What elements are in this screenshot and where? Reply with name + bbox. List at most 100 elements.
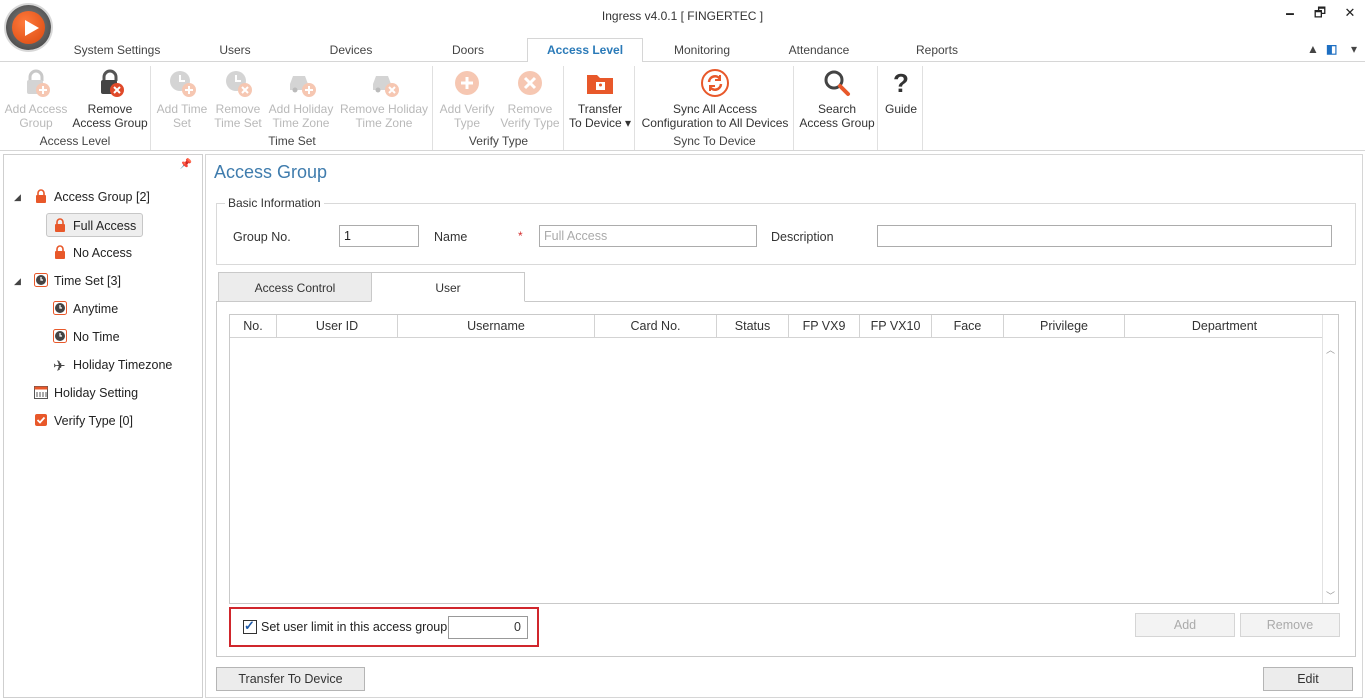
pin-icon[interactable]: 📌 bbox=[180, 159, 192, 170]
tab-system-settings[interactable]: System Settings bbox=[62, 40, 172, 62]
column-header[interactable]: No. bbox=[230, 315, 277, 337]
tree-item-verify-type[interactable]: Verify Type [0] bbox=[34, 409, 133, 433]
x-circle-icon bbox=[515, 68, 545, 98]
ribbon-group-label: Sync To Device bbox=[673, 134, 756, 148]
column-header[interactable]: Privilege bbox=[1004, 315, 1125, 337]
ribbon-group-label: Time Set bbox=[268, 134, 316, 148]
lock-icon bbox=[34, 187, 48, 203]
sync-all-access-button[interactable]: Sync All Access Configuration to All Dev… bbox=[638, 66, 792, 130]
scroll-down-icon[interactable]: ﹀ bbox=[1326, 589, 1335, 602]
clock-remove-icon bbox=[223, 68, 253, 98]
tab-attendance[interactable]: Attendance bbox=[780, 40, 858, 62]
car-remove-icon bbox=[369, 68, 399, 98]
ribbon-dropdown-icon[interactable]: ▾ bbox=[1351, 42, 1357, 56]
collapse-arrow-icon[interactable]: ◢ bbox=[14, 269, 21, 293]
minimize-button[interactable]: 🗕 bbox=[1276, 4, 1304, 24]
user-limit-field[interactable]: 0 bbox=[448, 616, 528, 639]
ribbon-group-label: Verify Type bbox=[468, 134, 529, 148]
group-no-label: Group No. bbox=[233, 230, 291, 244]
tree-item-anytime[interactable]: Anytime bbox=[53, 297, 118, 321]
name-field[interactable]: Full Access bbox=[539, 225, 757, 247]
tree-item-holiday-timezone[interactable]: ✈ Holiday Timezone bbox=[53, 353, 172, 377]
close-button[interactable]: ✕ bbox=[1336, 4, 1364, 24]
checkmark-icon: ✓ bbox=[244, 618, 255, 633]
group-no-field[interactable]: 1 bbox=[339, 225, 419, 247]
guide-button[interactable]: ? Guide bbox=[881, 66, 921, 116]
section-legend: Basic Information bbox=[225, 196, 324, 210]
remove-time-set-button[interactable]: Remove Time Set bbox=[210, 66, 266, 130]
ribbon-group-search: Search Access Group bbox=[795, 66, 878, 150]
tree-item-access-group[interactable]: ◢ Access Group [2] bbox=[14, 185, 150, 209]
tab-devices[interactable]: Devices bbox=[315, 40, 387, 62]
grid-scrollbar[interactable]: ︿ ﹀ bbox=[1322, 315, 1338, 603]
navigation-tree: 📌 ◢ Access Group [2] Full Access No Acce… bbox=[3, 154, 203, 698]
remove-verify-type-button[interactable]: Remove Verify Type bbox=[498, 66, 562, 130]
remove-holiday-timezone-button[interactable]: Remove Holiday Time Zone bbox=[338, 66, 430, 130]
add-holiday-timezone-button[interactable]: Add Holiday Time Zone bbox=[266, 66, 336, 130]
tree-item-no-access[interactable]: No Access bbox=[53, 241, 132, 265]
column-header[interactable]: Card No. bbox=[595, 315, 717, 337]
lock-icon bbox=[53, 216, 67, 232]
tab-user[interactable]: User bbox=[371, 272, 525, 302]
tab-users[interactable]: Users bbox=[200, 40, 270, 62]
ribbon-group-guide: ? Guide bbox=[879, 66, 923, 150]
clock-icon bbox=[34, 271, 48, 287]
lock-add-icon bbox=[21, 68, 51, 98]
tab-reports[interactable]: Reports bbox=[905, 40, 969, 62]
ribbon-group-label: Access Level bbox=[39, 134, 111, 148]
calendar-icon bbox=[34, 383, 48, 399]
ribbon-group-access-level: Add Access Group Remove Access Group Acc… bbox=[0, 66, 151, 150]
lock-remove-icon bbox=[95, 68, 125, 98]
column-header[interactable]: Username bbox=[398, 315, 595, 337]
transfer-to-device-button[interactable]: Transfer To Device bbox=[216, 667, 365, 691]
column-header[interactable]: FP VX9 bbox=[789, 315, 860, 337]
remove-button[interactable]: Remove bbox=[1240, 613, 1340, 637]
user-limit-highlight: ✓ Set user limit in this access group 0 bbox=[229, 607, 539, 647]
ribbon-group-sync: Sync All Access Configuration to All Dev… bbox=[636, 66, 794, 150]
column-header[interactable]: Status bbox=[717, 315, 789, 337]
name-label: Name bbox=[434, 230, 468, 244]
column-header[interactable]: Face bbox=[932, 315, 1004, 337]
tab-monitoring[interactable]: Monitoring bbox=[662, 40, 742, 62]
clock-add-icon bbox=[167, 68, 197, 98]
tree-item-time-set[interactable]: ◢ Time Set [3] bbox=[14, 269, 121, 293]
title-bar: Ingress v4.0.1 [ FINGERTEC ] 🗕 🗗 ✕ bbox=[0, 0, 1365, 36]
tree-item-no-time[interactable]: No Time bbox=[53, 325, 120, 349]
sync-icon bbox=[700, 68, 730, 98]
user-limit-checkbox[interactable]: ✓ bbox=[243, 618, 257, 634]
tree-item-holiday-setting[interactable]: Holiday Setting bbox=[34, 381, 138, 405]
page-title: Access Group bbox=[214, 162, 328, 182]
description-field[interactable] bbox=[877, 225, 1332, 247]
column-header[interactable]: User ID bbox=[277, 315, 398, 337]
clock-icon bbox=[53, 299, 67, 315]
transfer-to-device-button[interactable]: Transfer To Device ▾ bbox=[567, 66, 633, 130]
window-title: Ingress v4.0.1 [ FINGERTEC ] bbox=[601, 9, 764, 23]
tab-doors[interactable]: Doors bbox=[440, 40, 496, 62]
add-button[interactable]: Add bbox=[1135, 613, 1235, 637]
tab-access-control[interactable]: Access Control bbox=[218, 272, 372, 302]
add-verify-type-button[interactable]: Add Verify Type bbox=[436, 66, 498, 130]
search-access-group-button[interactable]: Search Access Group bbox=[797, 66, 877, 130]
app-logo-icon[interactable] bbox=[6, 5, 51, 50]
required-marker: * bbox=[518, 229, 523, 243]
column-header[interactable]: Department bbox=[1125, 315, 1324, 337]
add-time-set-button[interactable]: Add Time Set bbox=[154, 66, 210, 130]
tree-item-full-access[interactable]: Full Access bbox=[46, 213, 144, 237]
user-grid[interactable]: No. User ID Username Card No. Status FP … bbox=[229, 314, 1339, 604]
add-access-group-button[interactable]: Add Access Group bbox=[4, 66, 68, 130]
collapse-arrow-icon[interactable]: ◢ bbox=[14, 185, 21, 209]
ribbon-group-transfer: Transfer To Device ▾ bbox=[565, 66, 635, 150]
scroll-up-icon[interactable]: ︿ bbox=[1326, 343, 1335, 356]
collapse-ribbon-icon[interactable]: ▲ bbox=[1307, 42, 1319, 56]
office-icon[interactable]: ◧ bbox=[1326, 42, 1337, 56]
restore-button[interactable]: 🗗 bbox=[1306, 4, 1334, 24]
column-header[interactable]: FP VX10 bbox=[860, 315, 932, 337]
search-icon bbox=[822, 68, 852, 98]
remove-access-group-button[interactable]: Remove Access Group bbox=[72, 66, 148, 130]
tab-access-level[interactable]: Access Level bbox=[527, 38, 643, 63]
clock-icon bbox=[53, 327, 67, 343]
description-label: Description bbox=[771, 230, 834, 244]
lock-icon bbox=[53, 243, 67, 259]
main-panel: Access Group Basic Information Group No.… bbox=[205, 154, 1363, 698]
edit-button[interactable]: Edit bbox=[1263, 667, 1353, 691]
